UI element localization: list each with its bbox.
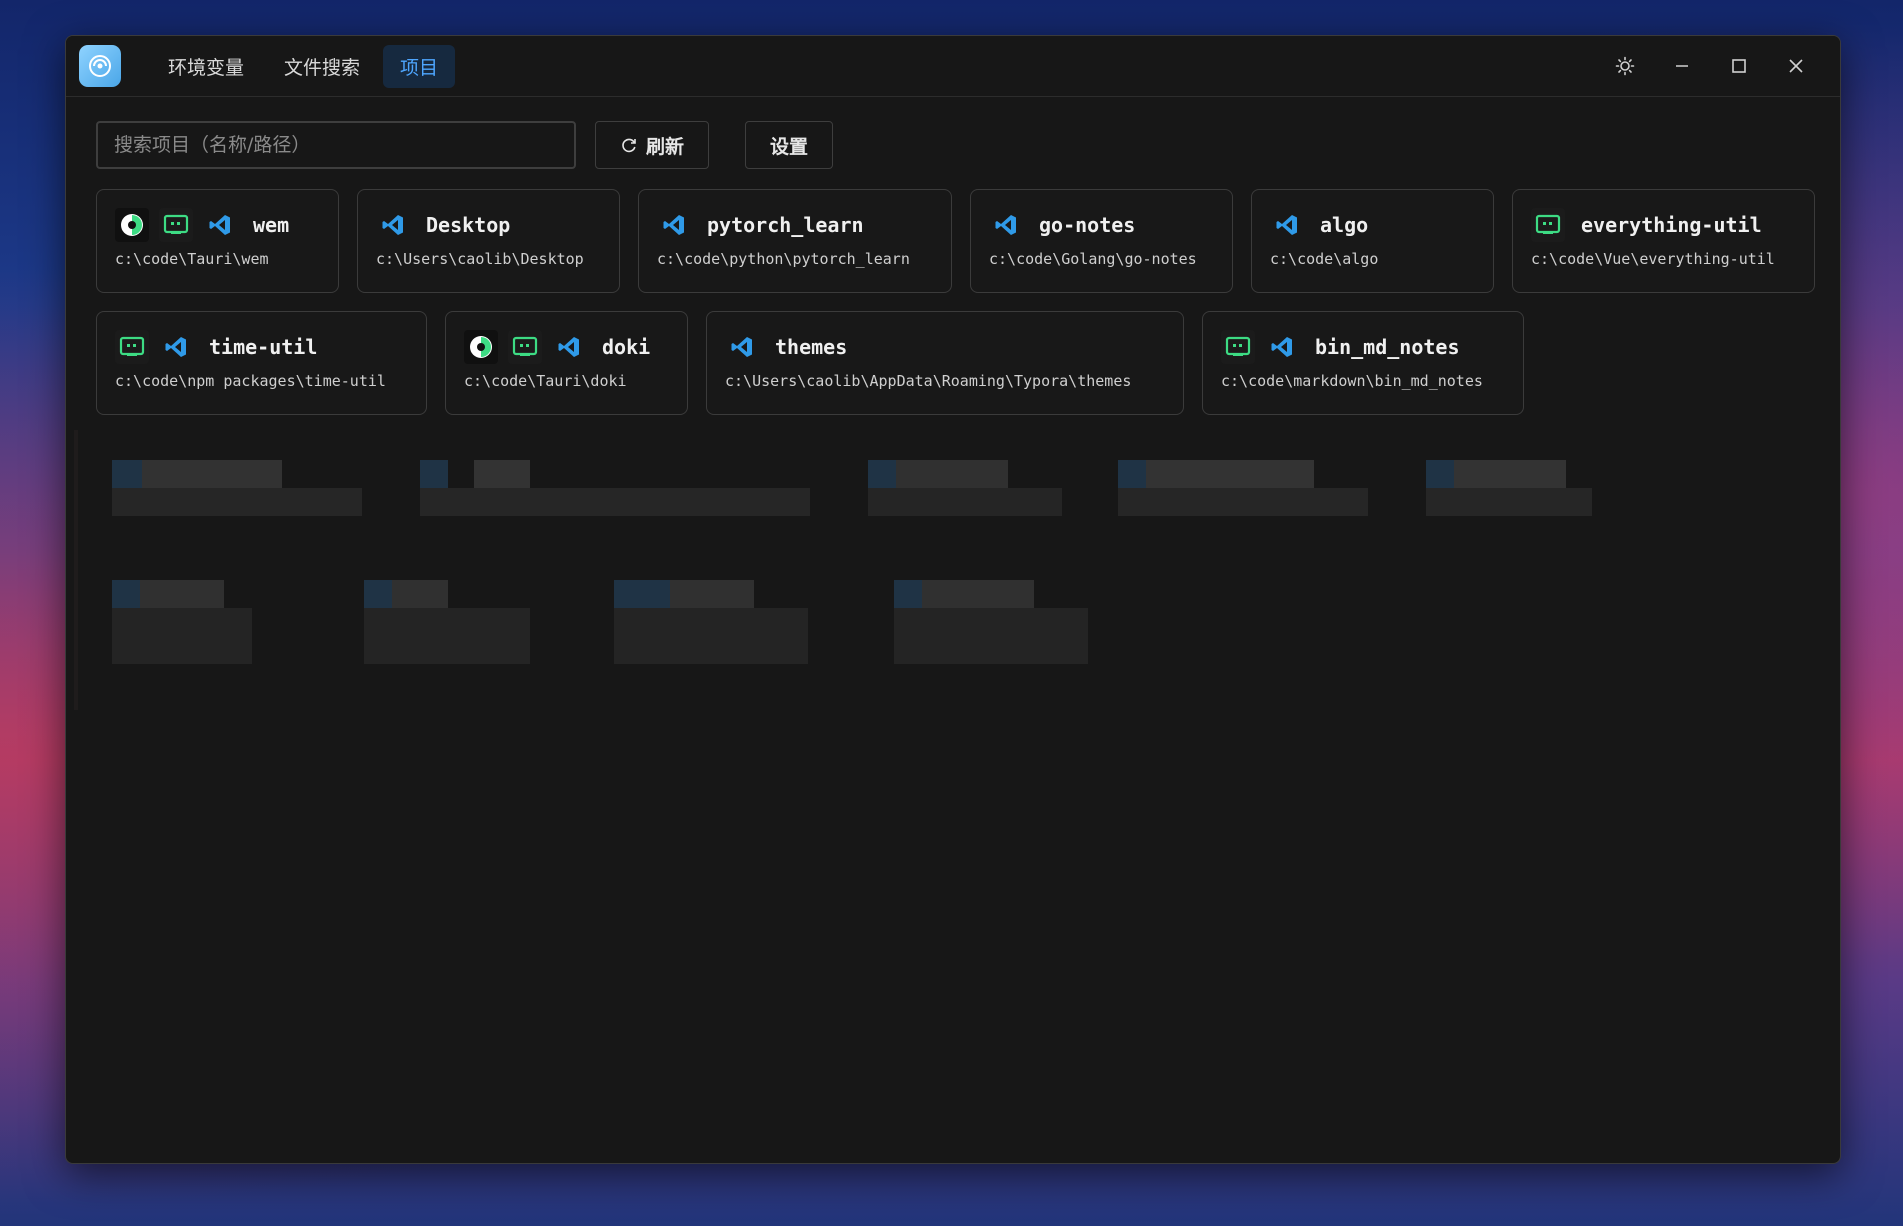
- project-name: algo: [1320, 213, 1369, 237]
- terminal-icon[interactable]: [508, 330, 542, 364]
- android-studio-icon[interactable]: [464, 330, 498, 364]
- vscode-icon[interactable]: [657, 208, 691, 242]
- project-path: c:\code\Vue\everything-util: [1531, 250, 1775, 268]
- vscode-icon[interactable]: [376, 208, 410, 242]
- project-name: everything-util: [1581, 213, 1762, 237]
- project-path: c:\code\algo: [1270, 250, 1379, 268]
- app-window: 环境变量 文件搜索 项目 搜索项目（名称/路径） 刷新 设置 wem c:\co…: [65, 35, 1841, 1164]
- minimize-icon: [1676, 65, 1688, 67]
- project-card-header: doki: [464, 330, 669, 364]
- app-logo-icon: [89, 55, 111, 77]
- vscode-icon[interactable]: [1265, 330, 1299, 364]
- project-grid: wem c:\code\Tauri\wem Desktop c:\Users\caol…: [66, 169, 1840, 415]
- refresh-icon: [622, 138, 636, 153]
- project-card[interactable]: doki c:\code\Tauri\doki: [445, 311, 688, 415]
- project-card-header: algo: [1270, 208, 1475, 242]
- vscode-icon[interactable]: [203, 208, 237, 242]
- project-name: pytorch_learn: [707, 213, 864, 237]
- project-card-header: go-notes: [989, 208, 1214, 242]
- search-input[interactable]: [96, 121, 576, 169]
- settings-button[interactable]: 设置: [745, 121, 834, 169]
- settings-label: 设置: [770, 135, 809, 158]
- sun-icon: [1615, 56, 1635, 76]
- project-name: doki: [602, 335, 651, 359]
- terminal-icon[interactable]: [159, 208, 193, 242]
- vscode-icon[interactable]: [1270, 208, 1304, 242]
- project-name: go-notes: [1039, 213, 1136, 237]
- project-path: c:\Users\caolib\AppData\Roaming\Typora\t…: [725, 372, 1132, 390]
- obscured-region: [74, 430, 1674, 710]
- project-path: c:\code\Tauri\doki: [464, 372, 627, 390]
- project-path: c:\code\Tauri\wem: [115, 250, 269, 268]
- tab-env-vars[interactable]: 环境变量: [151, 45, 261, 88]
- project-path: c:\code\Golang\go-notes: [989, 250, 1197, 268]
- project-path: c:\code\npm packages\time-util: [115, 372, 386, 390]
- project-card[interactable]: Desktop c:\Users\caolib\Desktop: [357, 189, 620, 293]
- project-card[interactable]: themes c:\Users\caolib\AppData\Roaming\Ty…: [706, 311, 1184, 415]
- project-card-header: bin_md_notes: [1221, 330, 1505, 364]
- terminal-icon[interactable]: [115, 330, 149, 364]
- project-path: c:\code\markdown\bin_md_notes: [1221, 372, 1483, 390]
- close-button[interactable]: [1776, 46, 1816, 86]
- vscode-icon[interactable]: [989, 208, 1023, 242]
- project-card-header: everything-util: [1531, 208, 1796, 242]
- project-card[interactable]: go-notes c:\code\Golang\go-notes: [970, 189, 1233, 293]
- maximize-icon: [1732, 59, 1746, 73]
- tab-file-search[interactable]: 文件搜索: [267, 45, 377, 88]
- project-card[interactable]: pytorch_learn c:\code\python\pytorch_lear…: [638, 189, 952, 293]
- vscode-icon[interactable]: [159, 330, 193, 364]
- terminal-icon[interactable]: [1531, 208, 1565, 242]
- project-card-header: pytorch_learn: [657, 208, 933, 242]
- project-name: Desktop: [426, 213, 511, 237]
- project-name: wem: [253, 213, 290, 237]
- tab-projects[interactable]: 项目: [383, 44, 456, 88]
- project-card-header: wem: [115, 208, 320, 242]
- project-card[interactable]: wem c:\code\Tauri\wem: [96, 189, 339, 293]
- project-card[interactable]: algo c:\code\algo: [1251, 189, 1494, 293]
- toolbar: 刷新 设置: [66, 97, 1840, 169]
- theme-toggle-button[interactable]: [1605, 46, 1645, 86]
- project-card-header: time-util: [115, 330, 408, 364]
- project-path: c:\code\python\pytorch_learn: [657, 250, 910, 268]
- vscode-icon[interactable]: [552, 330, 586, 364]
- android-studio-icon[interactable]: [115, 208, 149, 242]
- vscode-icon[interactable]: [725, 330, 759, 364]
- project-card[interactable]: everything-util c:\code\Vue\everything-ut…: [1512, 189, 1815, 293]
- app-logo: [79, 45, 121, 87]
- project-card[interactable]: bin_md_notes c:\code\markdown\bin_md_note…: [1202, 311, 1524, 415]
- project-name: themes: [775, 335, 848, 359]
- project-card-header: themes: [725, 330, 1165, 364]
- project-path: c:\Users\caolib\Desktop: [376, 250, 584, 268]
- minimize-button[interactable]: [1662, 46, 1702, 86]
- close-icon: [1789, 59, 1803, 73]
- project-card-header: Desktop: [376, 208, 601, 242]
- project-name: bin_md_notes: [1315, 335, 1460, 359]
- project-name: time-util: [209, 335, 318, 359]
- refresh-label: 刷新: [646, 135, 685, 158]
- title-bar: 环境变量 文件搜索 项目: [66, 36, 1840, 97]
- terminal-icon[interactable]: [1221, 330, 1255, 364]
- maximize-button[interactable]: [1719, 46, 1759, 86]
- refresh-button[interactable]: 刷新: [595, 121, 710, 169]
- project-card[interactable]: time-util c:\code\npm packages\time-util: [96, 311, 427, 415]
